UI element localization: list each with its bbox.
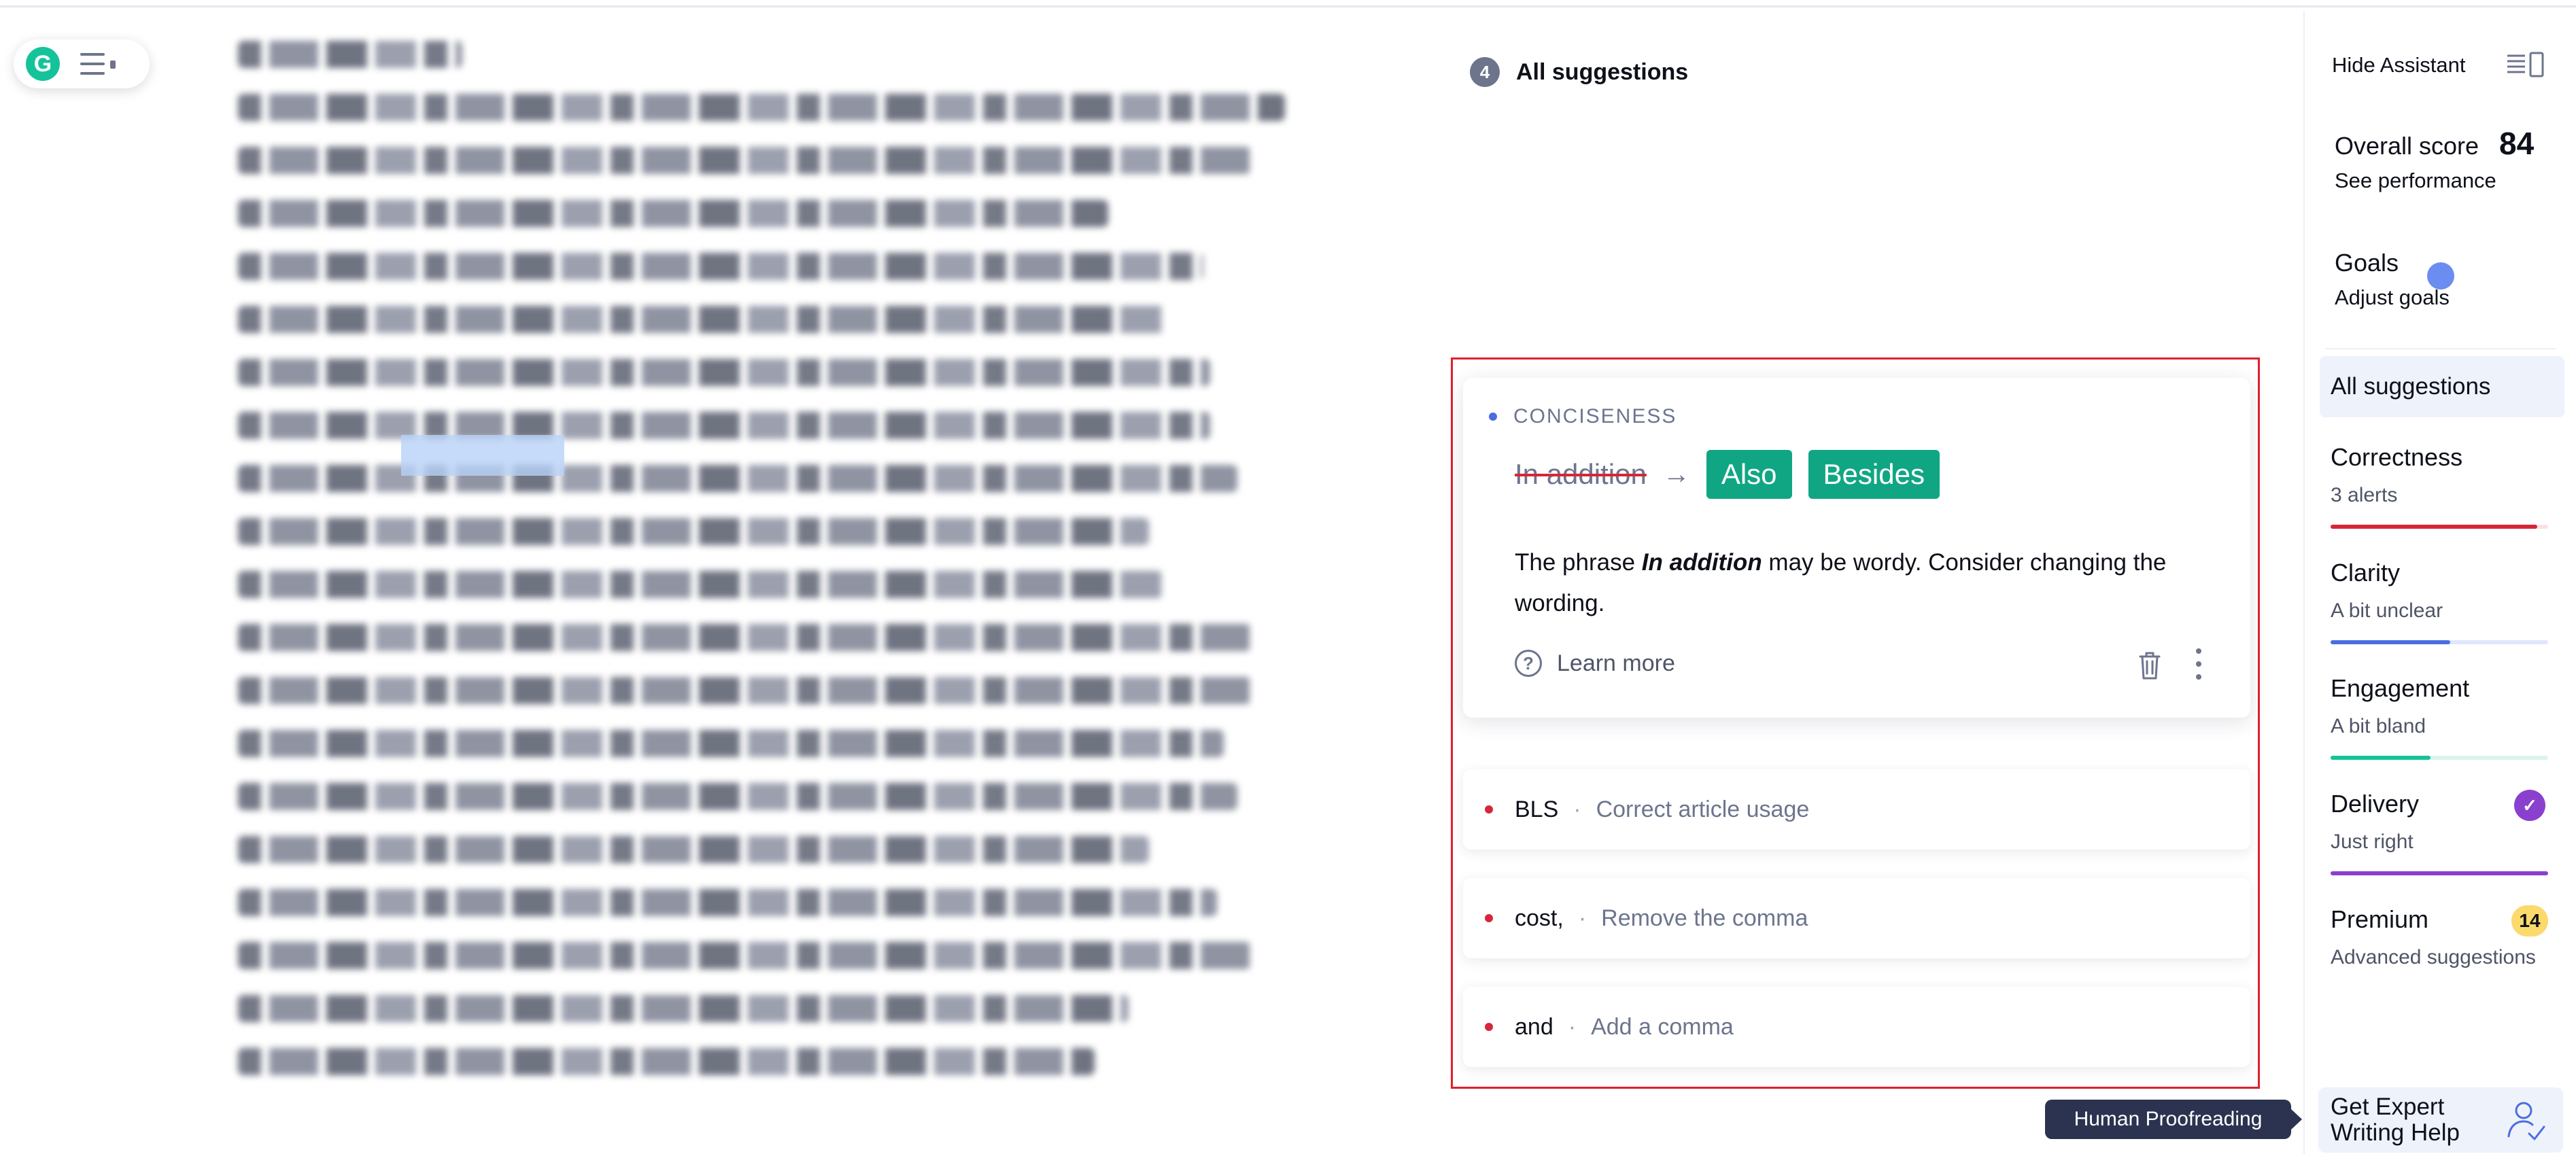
arrow-icon: →	[1662, 459, 1690, 489]
suggestion-word: cost,	[1515, 905, 1564, 931]
separator: ·	[1568, 1013, 1577, 1040]
category-name: Correctness	[2331, 443, 2463, 471]
card-category: CONCISENESS	[1489, 405, 1677, 428]
correctness-dot	[1485, 805, 1493, 814]
grammarly-logo-icon[interactable]: G	[26, 47, 60, 81]
filter-delivery[interactable]: Delivery ✓ Just right	[2331, 790, 2548, 875]
overall-score-value[interactable]: 84	[2499, 125, 2534, 162]
goals-label[interactable]: Goals	[2335, 249, 2399, 277]
hamburger-menu-icon[interactable]	[80, 50, 118, 77]
see-performance-link[interactable]: See performance	[2335, 169, 2496, 193]
suggestion-description: Remove the comma	[1601, 905, 1808, 931]
category-status: A bit bland	[2331, 715, 2426, 737]
suggestion-row[interactable]: and · Add a comma	[1463, 987, 2250, 1067]
adjust-goals-link[interactable]: Adjust goals	[2335, 285, 2450, 310]
category-status: A bit unclear	[2331, 599, 2443, 622]
filter-correctness[interactable]: Correctness 3 alerts	[2331, 443, 2548, 529]
separator: ·	[1578, 905, 1587, 931]
replacement-option-also[interactable]: Also	[1706, 450, 1792, 499]
checkmark-icon: ✓	[2514, 790, 2545, 821]
assistant-sidebar: Hide Assistant Overall score 84 See perf…	[2303, 11, 2576, 1154]
suggestion-word: BLS	[1515, 796, 1559, 822]
category-dot	[1489, 413, 1497, 421]
category-status: 3 alerts	[2331, 484, 2398, 506]
original-text: In addition	[1515, 458, 1647, 490]
separator: ·	[1573, 796, 1581, 822]
highlighted-phrase[interactable]	[401, 435, 564, 476]
hide-assistant-button[interactable]: Hide Assistant	[2332, 53, 2465, 77]
clarity-progress-fill	[2331, 640, 2450, 644]
engagement-progress-fill	[2331, 756, 2431, 760]
logo-menu-pill[interactable]: G	[14, 39, 150, 88]
correctness-progress-bar	[2331, 525, 2548, 529]
learn-more-link[interactable]: ? Learn more	[1515, 650, 1675, 677]
suggestion-count-badge: 4	[1470, 57, 1500, 87]
suggestions-title: All suggestions	[1516, 58, 1689, 85]
correctness-dot	[1485, 1023, 1493, 1031]
suggestion-description: Add a comma	[1591, 1013, 1734, 1040]
premium-count-badge: 14	[2511, 905, 2548, 937]
delivery-progress-bar	[2331, 871, 2548, 875]
suggestion-card-conciseness[interactable]: CONCISENESS In addition → Also Besides T…	[1463, 378, 2250, 718]
category-label: CONCISENESS	[1513, 405, 1677, 427]
category-status: Just right	[2331, 830, 2414, 853]
trash-icon[interactable]	[2136, 650, 2163, 681]
category-status: Advanced suggestions	[2331, 946, 2536, 968]
overall-score-label[interactable]: Overall score	[2335, 132, 2479, 160]
human-proofreading-tooltip: Human Proofreading	[2045, 1100, 2302, 1139]
filter-premium[interactable]: Premium 14 Advanced suggestions	[2331, 905, 2548, 969]
suggestion-row[interactable]: cost, · Remove the comma	[1463, 878, 2250, 958]
more-options-icon[interactable]	[2195, 648, 2203, 680]
panel-toggle-icon[interactable]	[2506, 52, 2544, 79]
filter-clarity[interactable]: Clarity A bit unclear	[2331, 559, 2548, 644]
correctness-progress-fill	[2331, 525, 2537, 529]
replacement-option-besides[interactable]: Besides	[1808, 450, 1940, 499]
filter-engagement[interactable]: Engagement A bit bland	[2331, 674, 2548, 760]
engagement-progress-bar	[2331, 756, 2548, 760]
person-check-icon	[2507, 1102, 2545, 1140]
suggestion-word: and	[1515, 1013, 1553, 1040]
delivery-progress-fill	[2331, 871, 2548, 875]
clarity-progress-bar	[2331, 640, 2548, 644]
explanation-phrase: In addition	[1641, 549, 1762, 576]
suggestion-explanation: The phrase In addition may be wordy. Con…	[1515, 549, 2167, 616]
window-top-border	[0, 0, 2576, 7]
category-name: Clarity	[2331, 559, 2401, 587]
correctness-dot	[1485, 914, 1493, 922]
document-body[interactable]	[238, 41, 1312, 1154]
replacement-row: In addition → Also Besides	[1515, 450, 1940, 499]
learn-more-label[interactable]: Learn more	[1557, 650, 1675, 677]
get-expert-help-button[interactable]: Get Expert Writing Help	[2318, 1087, 2563, 1153]
category-name: Engagement	[2331, 674, 2470, 702]
expert-help-label: Get Expert Writing Help	[2331, 1094, 2460, 1146]
filter-all-suggestions[interactable]: All suggestions	[2320, 356, 2564, 417]
suggestion-description: Correct article usage	[1596, 796, 1810, 822]
question-circle-icon: ?	[1515, 650, 1542, 677]
sidebar-divider	[2325, 348, 2556, 349]
suggestions-header: 4 All suggestions	[1470, 57, 1688, 87]
suggestion-row[interactable]: BLS · Correct article usage	[1463, 769, 2250, 850]
